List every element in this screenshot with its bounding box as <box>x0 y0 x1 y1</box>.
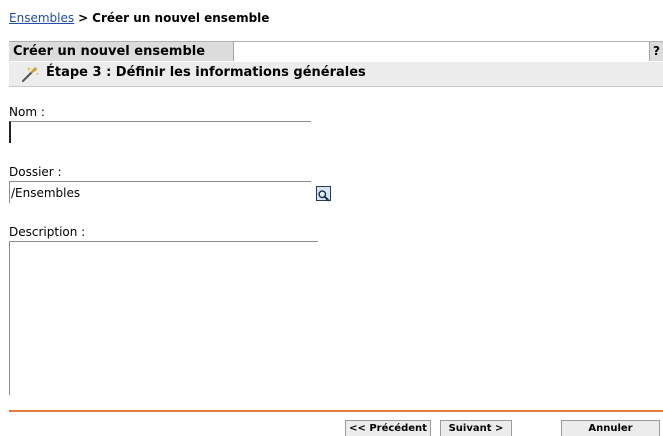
description-label: Description : <box>9 225 86 239</box>
breadcrumb-current: Créer un nouvel ensemble <box>92 11 270 25</box>
name-label: Nom : <box>9 105 45 119</box>
breadcrumb: Ensembles > Créer un nouvel ensemble <box>9 11 269 25</box>
step-bar: Étape 3 : Définir les informations génér… <box>9 62 663 87</box>
step-title: Étape 3 : Définir les informations génér… <box>46 65 366 80</box>
wizard-header: Créer un nouvel ensemble ? <box>9 41 663 63</box>
name-input[interactable] <box>9 121 311 143</box>
help-button[interactable]: ? <box>649 42 663 61</box>
browse-folder-button[interactable] <box>316 186 331 202</box>
folder-input[interactable] <box>9 181 311 203</box>
wand-icon <box>22 66 39 82</box>
page: Ensembles > Créer un nouvel ensemble Créer… <box>0 0 663 436</box>
cancel-button[interactable]: Annuler <box>561 420 660 436</box>
previous-button[interactable]: << Précédent <box>345 420 431 436</box>
footer-divider <box>9 410 663 412</box>
folder-label: Dossier : <box>9 165 62 179</box>
magnifier-icon <box>318 190 330 202</box>
breadcrumb-link-ensembles[interactable]: Ensembles <box>9 11 74 25</box>
description-textarea[interactable] <box>9 241 318 395</box>
wizard-tab-title: Créer un nouvel ensemble <box>9 42 234 61</box>
breadcrumb-separator: > <box>78 11 89 25</box>
next-button[interactable]: Suivant > <box>440 420 512 436</box>
